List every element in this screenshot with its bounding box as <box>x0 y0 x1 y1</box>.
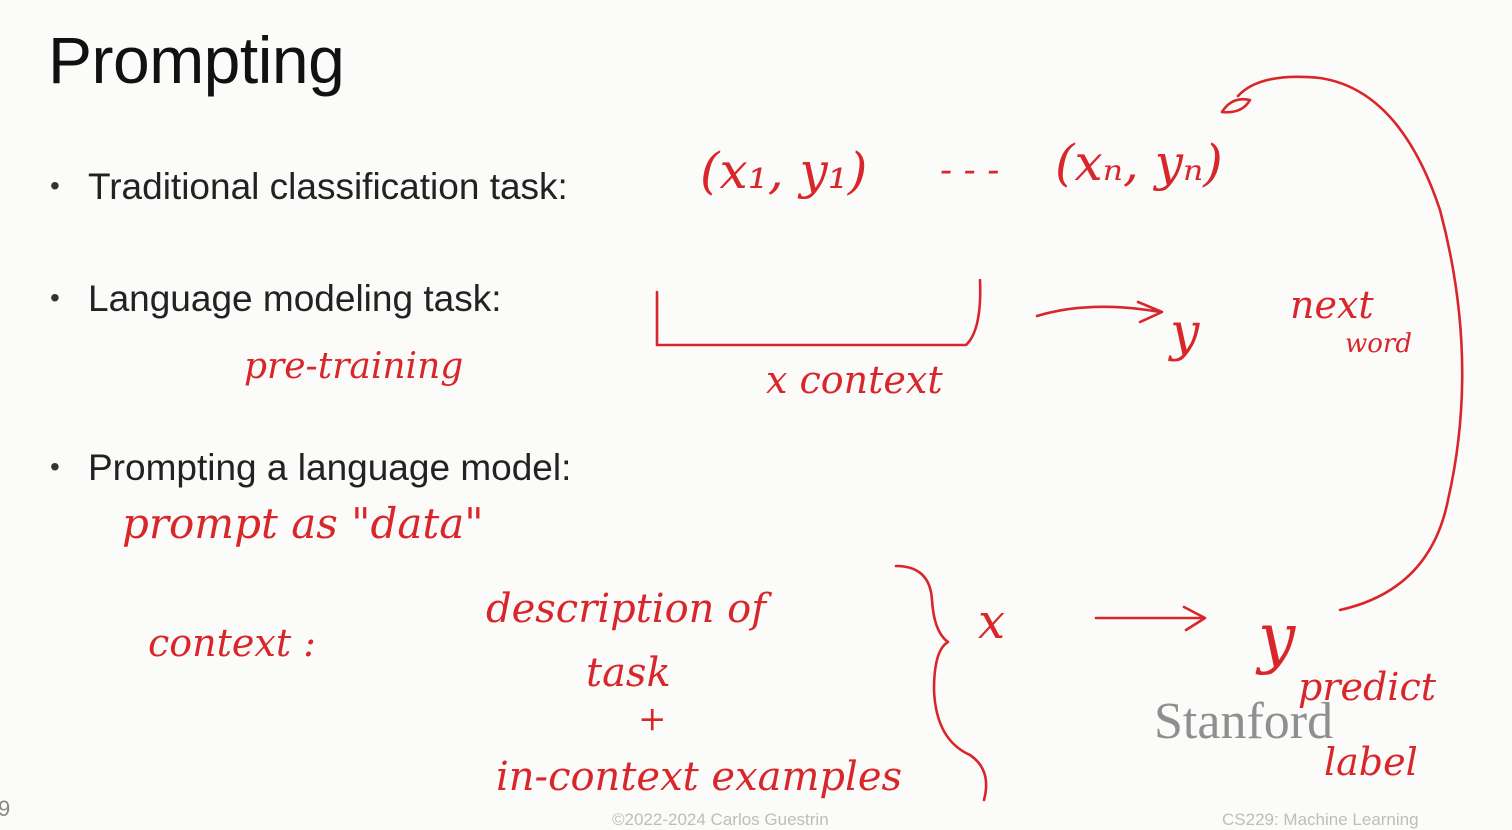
annotation-pairs-last: (xₙ, yₙ) <box>1055 134 1223 192</box>
annotation-task: task <box>586 650 671 696</box>
curly-brace <box>894 564 988 802</box>
annotation-description: description of <box>486 586 772 632</box>
annotation-label: label <box>1324 740 1418 784</box>
annotation-examples: in-context examples <box>496 754 902 800</box>
annotation-y-predict: y <box>1255 599 1296 676</box>
annotation-pretraining: pre-training <box>244 346 463 387</box>
annotation-pairs-dots: - - - <box>940 150 999 191</box>
annotation-x-context: x context <box>766 358 943 402</box>
annotation-plus: + <box>638 699 667 739</box>
annotation-x: x <box>978 594 1005 650</box>
arrow-to-y-icon <box>1035 300 1164 324</box>
annotation-context: context : <box>148 621 316 665</box>
handwritten-annotations: (x₁, y₁) - - - (xₙ, yₙ) pre-training x c… <box>122 75 1464 802</box>
annotation-y-next: y <box>1168 303 1200 363</box>
annotation-prompt-data: prompt as "data" <box>122 499 484 548</box>
annotation-pairs-first: (x₁, y₁) <box>700 142 867 200</box>
annotation-next: next <box>1290 283 1374 327</box>
arrow-x-to-y-icon <box>1094 605 1207 632</box>
context-bracket <box>655 278 982 347</box>
annotation-predict: predict <box>1298 665 1437 709</box>
annotation-word: word <box>1345 329 1412 359</box>
loop-arrowhead-icon <box>1220 97 1252 114</box>
